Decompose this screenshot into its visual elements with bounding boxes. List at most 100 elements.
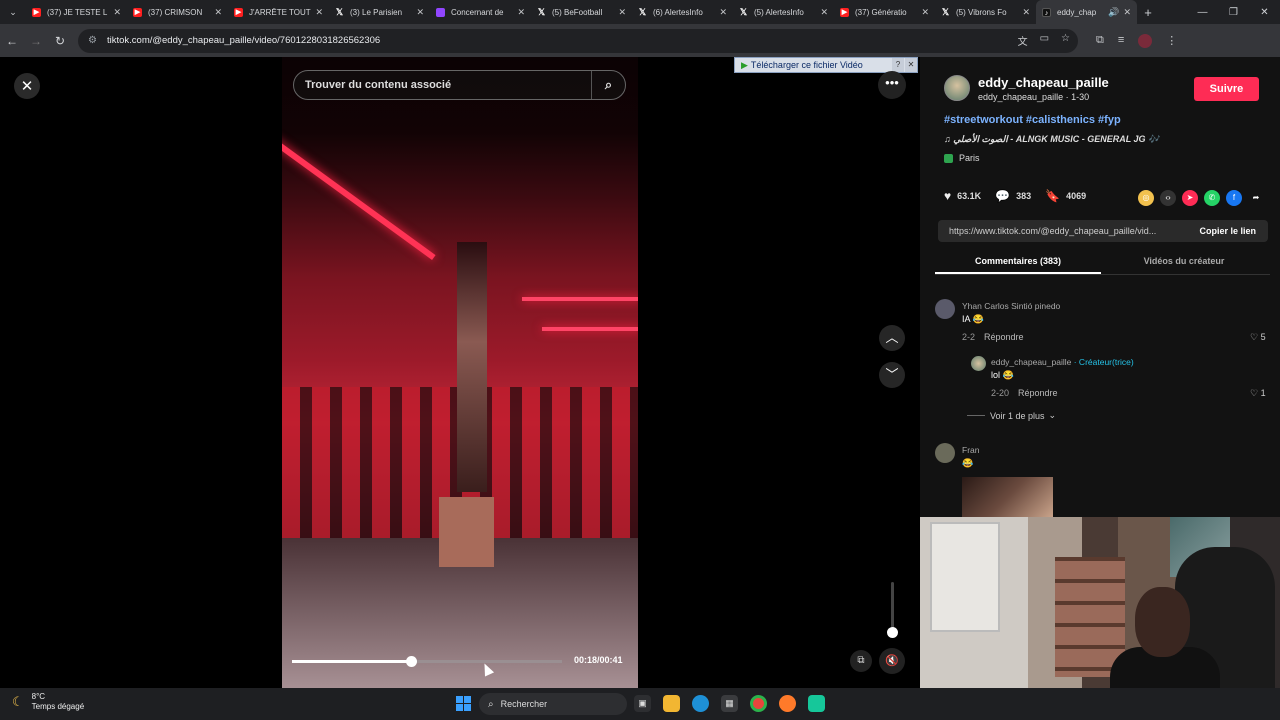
- forward-icon[interactable]: →: [24, 34, 48, 48]
- windows-start-icon[interactable]: [456, 696, 471, 711]
- commenter-name[interactable]: Fran: [962, 445, 979, 455]
- previous-video-chevron-up-icon[interactable]: ︿: [879, 325, 905, 351]
- tab-0[interactable]: ▶ (37) JE TESTE L ✕: [26, 0, 127, 24]
- commenter-avatar[interactable]: [935, 299, 955, 319]
- follow-button[interactable]: Suivre: [1194, 77, 1259, 101]
- file-explorer-icon[interactable]: [663, 695, 680, 712]
- app-icon[interactable]: [808, 695, 825, 712]
- more-options-icon[interactable]: •••: [878, 71, 906, 99]
- close-download-icon[interactable]: ✕: [905, 58, 917, 72]
- comment-image[interactable]: [962, 477, 1053, 517]
- edge-icon[interactable]: [692, 695, 709, 712]
- hashtags[interactable]: #streetworkout #calisthenics #fyp: [944, 114, 1121, 126]
- commenter-avatar[interactable]: [935, 443, 955, 463]
- close-video-button[interactable]: ✕: [14, 73, 40, 99]
- comment-like-button[interactable]: ♡ 5: [1250, 332, 1266, 343]
- tab-7[interactable]: 𝕏 (5) AlertesInfo ✕: [733, 0, 834, 24]
- share-arrow-icon[interactable]: ➦: [1248, 190, 1264, 206]
- share-icons: ◎ ‹› ➤ ✆ f ➦: [1138, 190, 1264, 206]
- close-tab-icon[interactable]: ✕: [1123, 7, 1131, 18]
- search-icon[interactable]: ⌕: [591, 71, 625, 99]
- volume-handle[interactable]: [887, 627, 898, 638]
- mini-player-icon[interactable]: ⧉: [850, 650, 872, 672]
- new-tab-button[interactable]: +: [1137, 5, 1159, 20]
- facebook-icon[interactable]: f: [1226, 190, 1242, 206]
- tab-title: (37) CRIMSON: [148, 7, 203, 17]
- coin-icon[interactable]: ◎: [1138, 190, 1154, 206]
- tab-4[interactable]: Concernant de ✕: [430, 0, 531, 24]
- progress-handle[interactable]: [405, 656, 417, 667]
- menu-icon[interactable]: ⋮: [1166, 34, 1177, 48]
- embed-icon[interactable]: ‹›: [1160, 190, 1176, 206]
- tab-comments[interactable]: Commentaires (383): [935, 249, 1101, 274]
- video-content: [457, 242, 487, 492]
- help-icon[interactable]: ?: [892, 58, 904, 72]
- maximize-icon[interactable]: ❐: [1218, 7, 1249, 18]
- tab-8[interactable]: ▶ (37) Génératio ✕: [834, 0, 935, 24]
- close-tab-icon[interactable]: ✕: [618, 7, 626, 18]
- music-line[interactable]: ♫ الصوت الأصلي - ALNGK MUSIC - GENERAL J…: [944, 134, 1159, 145]
- reply-author[interactable]: eddy_chapeau_paille · Créateur(trice): [991, 357, 1134, 367]
- video-player[interactable]: Trouver du contenu associé ⌕ 00:18/00:41: [282, 57, 638, 688]
- bookmark-star-icon[interactable]: ☆: [1061, 33, 1070, 48]
- close-tab-icon[interactable]: ✕: [214, 7, 222, 18]
- tab-9[interactable]: 𝕏 (5) Vibrons Fo ✕: [935, 0, 1036, 24]
- author-avatar[interactable]: [944, 75, 970, 101]
- translate-icon[interactable]: 文: [1018, 33, 1028, 48]
- minimize-icon[interactable]: —: [1187, 7, 1218, 18]
- weather-widget[interactable]: ☾ 8°C Temps dégagé: [12, 692, 84, 712]
- profile-avatar-icon[interactable]: [1138, 33, 1153, 48]
- send-icon[interactable]: ➤: [1182, 190, 1198, 206]
- mute-icon[interactable]: 🔇: [879, 648, 905, 674]
- site-info-icon[interactable]: ⚙: [88, 35, 97, 46]
- tab-5[interactable]: 𝕏 (5) BeFootball ✕: [531, 0, 632, 24]
- extensions-icon[interactable]: ⧉: [1096, 34, 1104, 48]
- close-tab-icon[interactable]: ✕: [517, 7, 525, 18]
- tab-1[interactable]: ▶ (37) CRIMSON ✕: [127, 0, 228, 24]
- webcam-content: [1135, 587, 1190, 657]
- speaker-icon[interactable]: 🔊: [1108, 7, 1119, 18]
- close-tab-icon[interactable]: ✕: [416, 7, 424, 18]
- store-icon[interactable]: ▦: [721, 695, 738, 712]
- close-tab-icon[interactable]: ✕: [820, 7, 828, 18]
- tab-10[interactable]: ♪ eddy_chap 🔊 ✕: [1036, 0, 1137, 24]
- progress-bar[interactable]: [292, 656, 562, 667]
- close-tab-icon[interactable]: ✕: [719, 7, 727, 18]
- close-window-icon[interactable]: ✕: [1249, 7, 1280, 18]
- chrome-icon[interactable]: [750, 695, 767, 712]
- tab-creator-videos[interactable]: Vidéos du créateur: [1101, 249, 1267, 274]
- author-name[interactable]: eddy_chapeau_paille: [978, 75, 1109, 90]
- video-link-field[interactable]: https://www.tiktok.com/@eddy_chapeau_pai…: [938, 220, 1268, 242]
- location-tag[interactable]: Paris: [944, 153, 980, 163]
- view-more-replies[interactable]: Voir 1 de plus ⌄: [967, 410, 1056, 421]
- close-tab-icon[interactable]: ✕: [315, 7, 323, 18]
- reload-icon[interactable]: ↻: [48, 34, 72, 48]
- reply-button[interactable]: Répondre: [984, 332, 1024, 342]
- commenter-name[interactable]: Yhan Carlos Sintió pinedo: [962, 301, 1060, 311]
- whatsapp-icon[interactable]: ✆: [1204, 190, 1220, 206]
- close-tab-icon[interactable]: ✕: [921, 7, 929, 18]
- taskbar-search[interactable]: ⌕ Rechercher: [479, 693, 627, 715]
- task-view-icon[interactable]: ▣: [634, 695, 651, 712]
- reply-like-button[interactable]: ♡ 1: [1250, 388, 1266, 399]
- chevron-down-icon: ⌄: [1048, 410, 1057, 420]
- back-icon[interactable]: ←: [0, 34, 24, 48]
- next-video-chevron-down-icon[interactable]: ﹀: [879, 362, 905, 388]
- reply-button[interactable]: Répondre: [1018, 388, 1058, 398]
- like-button[interactable]: ♥ 63.1K: [944, 189, 981, 203]
- cast-icon[interactable]: ▭: [1040, 33, 1049, 48]
- reply-avatar[interactable]: [971, 356, 986, 371]
- related-search-input[interactable]: Trouver du contenu associé ⌕: [293, 70, 626, 100]
- close-tab-icon[interactable]: ✕: [113, 7, 121, 18]
- firefox-icon[interactable]: [779, 695, 796, 712]
- tab-6[interactable]: 𝕏 (6) AlertesInfo ✕: [632, 0, 733, 24]
- tab-2[interactable]: ▶ J'ARRÊTE TOUT ✕: [228, 0, 329, 24]
- comment-button[interactable]: 💬 383: [995, 189, 1031, 203]
- media-icon[interactable]: ≡: [1118, 34, 1124, 48]
- copy-link-button[interactable]: Copier le lien: [1187, 226, 1268, 236]
- tab-search-icon[interactable]: ⌄: [0, 0, 26, 24]
- close-tab-icon[interactable]: ✕: [1022, 7, 1030, 18]
- save-button[interactable]: 🔖 4069: [1045, 189, 1086, 203]
- url-field[interactable]: ⚙ tiktok.com/@eddy_chapeau_paille/video/…: [78, 28, 1078, 53]
- tab-3[interactable]: 𝕏 (3) Le Parisien ✕: [329, 0, 430, 24]
